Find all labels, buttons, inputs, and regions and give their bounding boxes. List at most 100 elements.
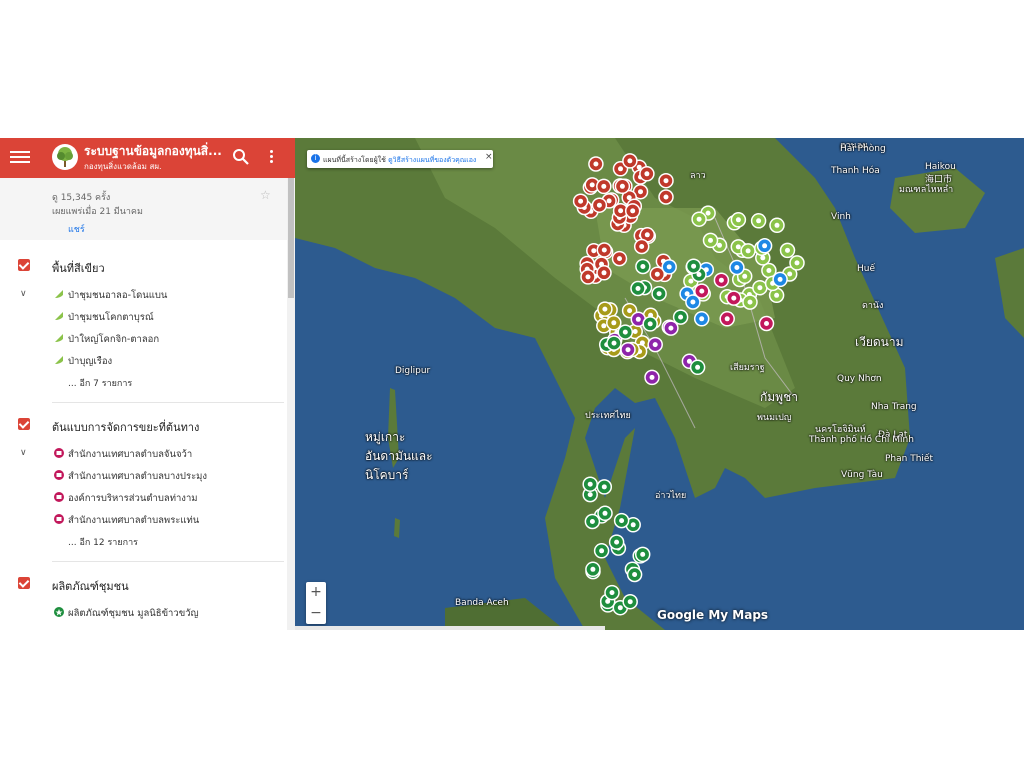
map-marker-glyph — [742, 273, 748, 279]
map-label-thanhhoa: Thanh Hóa — [831, 166, 880, 176]
map-marker-glyph — [619, 183, 625, 189]
map-marker-glyph — [638, 189, 643, 195]
divider — [52, 561, 284, 562]
zoom-in-button[interactable]: + — [306, 582, 326, 602]
layer-title-green-areas: พื้นที่สีเขียว — [52, 262, 105, 275]
map-title: ระบบฐานข้อมูลกองทุนสิ่... — [84, 144, 222, 158]
more-vert-icon[interactable] — [266, 148, 276, 168]
map-marker-glyph — [622, 329, 628, 335]
map-label-vinh: Vinh — [831, 212, 851, 222]
star-icon[interactable]: ☆ — [260, 188, 271, 202]
map-marker-glyph — [587, 492, 593, 498]
map-marker-glyph — [601, 247, 607, 253]
map-marker-glyph — [601, 484, 607, 490]
scrollbar[interactable] — [287, 178, 295, 630]
list-item[interactable]: สำนักงานเทศบาลตำบลจันจว้า — [54, 447, 192, 462]
map-marker-glyph — [602, 306, 608, 312]
map-marker-glyph — [617, 256, 622, 262]
map-marker-glyph — [708, 237, 713, 243]
map-marker-glyph — [691, 263, 697, 269]
map-marker-glyph — [591, 248, 597, 254]
map-label-laos: ลาว — [690, 171, 706, 181]
map-marker-glyph — [760, 255, 766, 261]
map-marker-glyph — [601, 270, 607, 276]
map-marker-glyph — [734, 265, 740, 270]
map-marker-glyph — [756, 218, 762, 224]
map-markers — [572, 153, 805, 616]
list-item[interactable]: ป่าใหญ่โคกจิก-ตาลอก — [54, 332, 159, 347]
share-link[interactable]: แชร์ — [68, 222, 85, 236]
list-item[interactable]: องค์การบริหารส่วนตำบลท่างาม — [54, 491, 198, 506]
map-marker-glyph — [762, 243, 768, 249]
map-canvas[interactable]: ลาว ฮานอย Hải Phòng Haikou 海口市 มณฑลไหหลำ… — [295, 138, 1024, 630]
map-marker-glyph — [619, 518, 625, 524]
scroll-thumb[interactable] — [288, 178, 294, 298]
map-marker-glyph — [611, 320, 617, 326]
layer-checkbox-products[interactable] — [18, 577, 30, 589]
map-marker-glyph — [649, 374, 655, 380]
map-marker-glyph — [699, 288, 705, 294]
map-marker-glyph — [724, 316, 730, 322]
map-attribution — [295, 626, 605, 630]
map-label-hue: Huế — [857, 264, 876, 274]
map-marker-glyph — [617, 605, 623, 611]
how-to-create-map-link[interactable]: ดูวิธีสร้างแผนที่ของตัวคุณเอง — [388, 156, 476, 164]
layer-title-products: ผลิตภัณฑ์ชุมชน — [52, 580, 129, 593]
map-marker-glyph — [735, 217, 741, 223]
list-item[interactable]: ป่าบุญเรือง — [54, 354, 112, 369]
leaf-icon — [54, 289, 64, 299]
map-label-thailand: ประเทศไทย — [585, 411, 631, 421]
map-marker-glyph — [695, 364, 701, 370]
map-label-haikou: Haikou — [925, 162, 956, 172]
map-marker-glyph — [590, 566, 596, 572]
menu-icon[interactable] — [10, 148, 30, 168]
map-marker-glyph — [787, 271, 793, 277]
map-marker-glyph — [578, 198, 584, 204]
map-marker-glyph — [731, 295, 737, 301]
map-marker-glyph — [747, 299, 753, 305]
map-label-haiphong: Hải Phòng — [840, 144, 886, 154]
map-marker-glyph — [644, 232, 650, 238]
map-marker-glyph — [688, 278, 694, 284]
map-label-hcmc: นครโฮจิมินห์ — [815, 425, 866, 435]
star-badge-icon — [54, 607, 64, 617]
map-marker-glyph — [678, 314, 684, 320]
map-label-andaman: หมู่เกาะอันดามันและนิโคบาร์ — [365, 430, 433, 482]
map-info — [0, 178, 287, 240]
chevron-down-icon[interactable]: ∨ — [20, 289, 27, 299]
search-icon[interactable] — [230, 146, 252, 168]
user-map-notice: i แผนที่นี้สร้างโดยผู้ใช้ ดูวิธีสร้างแผน… — [307, 150, 493, 168]
map-label-quynhon: Quy Nhơn — [837, 374, 882, 384]
app-header: ระบบฐานข้อมูลกองทุนสิ่... กองทุนสิ่งแวดล… — [0, 138, 295, 178]
list-item[interactable]: ป่าชุมชนอาลอ-โดนแบน — [54, 288, 167, 303]
map-marker-glyph — [639, 244, 645, 249]
map-marker-glyph — [609, 590, 615, 596]
published-date: เผยแพร่เมื่อ 21 มีนาคม — [52, 207, 143, 217]
layer-checkbox-green-areas[interactable] — [18, 259, 30, 271]
zoom-out-button[interactable]: − — [306, 603, 326, 623]
chevron-down-icon[interactable]: ∨ — [20, 448, 27, 458]
list-item[interactable]: ผลิตภัณฑ์ชุมชน มูลนิธิข้าวขวัญ — [54, 606, 199, 621]
map-marker-glyph — [589, 519, 595, 524]
layer-checkbox-waste[interactable] — [18, 418, 30, 430]
close-icon[interactable]: × — [485, 152, 493, 162]
more-items-link[interactable]: ... อีก 12 รายการ — [68, 535, 138, 549]
map-marker-glyph — [599, 548, 605, 554]
map-marker-glyph — [601, 183, 607, 189]
map-label-cambodia: กัมพูชา — [760, 390, 798, 404]
map-label-hainan: มณฑลไหหลำ — [899, 185, 954, 195]
map-marker-glyph — [587, 481, 593, 487]
more-items-link[interactable]: ... อีก 7 รายการ — [68, 376, 132, 390]
map-marker-glyph — [656, 291, 662, 297]
leaf-icon — [54, 311, 64, 321]
map-app: ระบบฐานข้อมูลกองทุนสิ่... กองทุนสิ่งแวดล… — [0, 138, 1024, 630]
map-label-phanthiet: Phan Thiết — [885, 454, 933, 464]
list-item[interactable]: สำนักงานเทศบาลตำบลพระแท่น — [54, 513, 199, 528]
map-marker-glyph — [647, 321, 653, 327]
map-marker-glyph — [596, 202, 602, 208]
map-marker-glyph — [635, 316, 641, 322]
map-marker-glyph — [632, 329, 638, 334]
list-item[interactable]: สำนักงานเทศบาลตำบลบางประมุง — [54, 469, 207, 484]
list-item[interactable]: ป่าชุมชนโคกตาบุรณ์ — [54, 310, 154, 325]
sidebar: ระบบฐานข้อมูลกองทุนสิ่... กองทุนสิ่งแวดล… — [0, 138, 295, 630]
